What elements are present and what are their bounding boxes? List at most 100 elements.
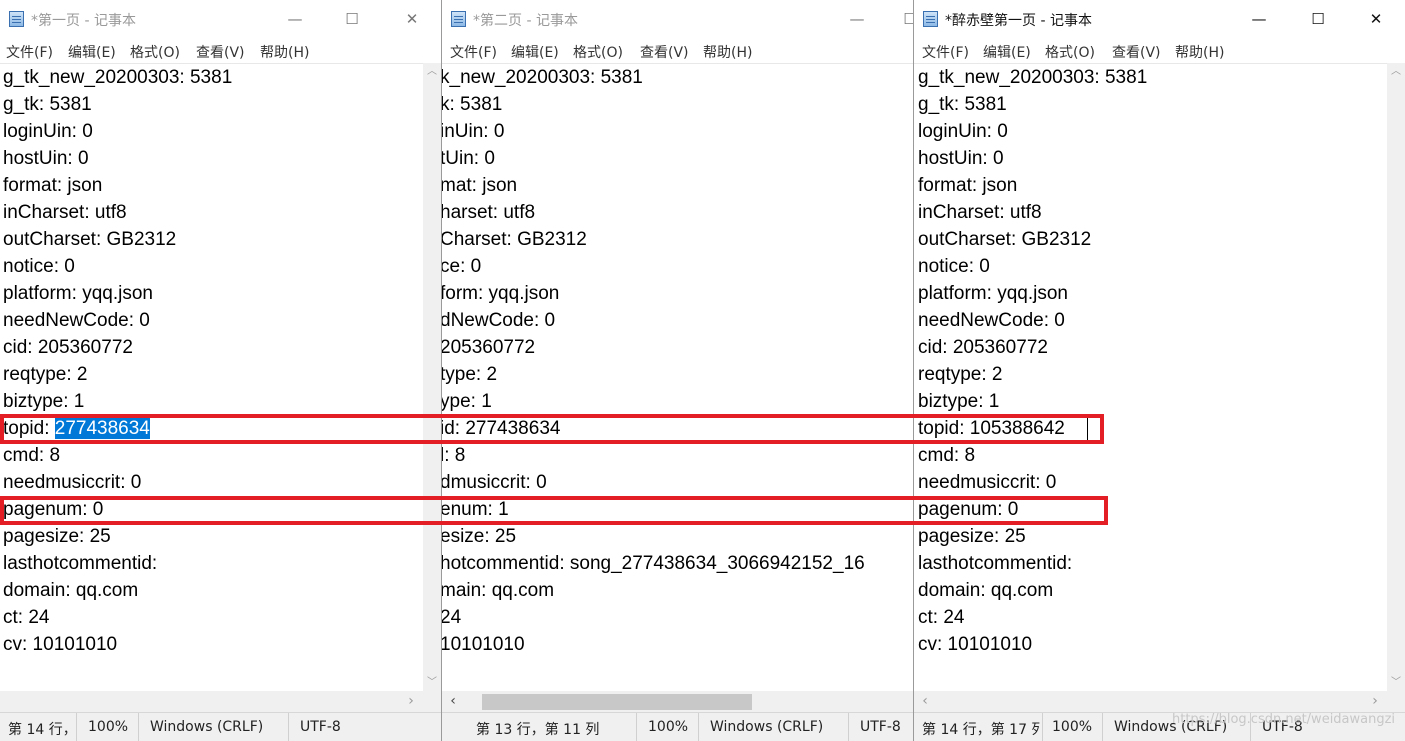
line-text: ype: 1 — [442, 391, 492, 412]
window-title: *第一页 - 记事本 — [31, 13, 136, 29]
line-text: g_tk: 5381 — [918, 94, 1007, 115]
text-line: ct: 24 — [918, 604, 964, 631]
text-line: k: 5381 — [442, 91, 502, 118]
menu-format[interactable]: 格式(O) — [573, 42, 623, 62]
line-text: type: 2 — [442, 364, 498, 385]
menu-help[interactable]: 帮助(H) — [703, 42, 752, 62]
menu-format[interactable]: 格式(O) — [130, 42, 180, 62]
window-title: *第二页 - 记事本 — [473, 13, 578, 29]
scroll-thumb[interactable] — [482, 694, 752, 710]
close-button[interactable]: ✕ — [1356, 0, 1396, 38]
text-line: Charset: GB2312 — [442, 226, 587, 253]
notepad-icon — [9, 11, 24, 27]
vertical-scrollbar[interactable]: ︿ ﹀ — [423, 63, 441, 691]
menu-help[interactable]: 帮助(H) — [260, 42, 309, 62]
line-text: domain: qq.com — [918, 580, 1054, 601]
scroll-down-icon[interactable]: ﹀ — [1387, 674, 1405, 691]
notepad-window-1: *第一页 - 记事本 — ☐ ✕ 文件(F) 编辑(E) 格式(O) 查看(V)… — [0, 0, 442, 741]
menu-file[interactable]: 文件(F) — [6, 42, 53, 62]
line-text: inCharset: utf8 — [918, 202, 1042, 223]
menu-view[interactable]: 查看(V) — [196, 42, 245, 62]
zoom-level: 100% — [1052, 719, 1093, 735]
text-editor[interactable]: g_tk_new_20200303: 5381 g_tk: 5381 loginUi… — [0, 63, 423, 691]
text-editor[interactable]: k_new_20200303: 5381 k: 5381 inUin: 0 tUin:… — [442, 63, 913, 691]
line-text: l: 8 — [442, 445, 466, 466]
line-text: reqtype: 2 — [918, 364, 1003, 385]
close-button[interactable]: ✕ — [392, 0, 432, 38]
scroll-right-icon[interactable]: › — [402, 693, 420, 710]
menu-file[interactable]: 文件(F) — [450, 42, 497, 62]
scroll-down-icon[interactable]: ﹀ — [423, 674, 441, 691]
text-line: dNewCode: 0 — [442, 307, 555, 334]
scroll-left-icon[interactable]: ‹ — [916, 693, 934, 710]
title-bar[interactable]: *第一页 - 记事本 — ☐ ✕ — [0, 0, 441, 38]
line-text: form: yqq.json — [442, 283, 560, 304]
line-text: tUin: 0 — [442, 148, 495, 169]
menu-edit[interactable]: 编辑(E) — [983, 42, 1031, 62]
text-line: loginUin: 0 — [3, 118, 93, 145]
line-text: platform: yqq.json — [918, 283, 1068, 304]
text-line: 205360772 — [442, 334, 535, 361]
menu-view[interactable]: 查看(V) — [640, 42, 689, 62]
line-text: dmusiccrit: 0 — [442, 472, 547, 493]
text-line: harset: utf8 — [442, 199, 535, 226]
line-text: k: 5381 — [442, 94, 503, 115]
text-line: reqtype: 2 — [3, 361, 88, 388]
horizontal-scrollbar[interactable]: › — [0, 691, 441, 713]
text-line: ype: 1 — [442, 388, 492, 415]
line-text: pagesize: 25 — [918, 526, 1026, 547]
scroll-up-icon[interactable]: ︿ — [1387, 63, 1405, 80]
horizontal-scrollbar[interactable]: ‹ — [442, 691, 913, 713]
line-text: loginUin: 0 — [918, 121, 1008, 142]
horizontal-scrollbar[interactable]: ‹ › — [914, 691, 1405, 713]
line-text: esize: 25 — [442, 526, 517, 547]
window-title: *醉赤壁第一页 - 记事本 — [945, 13, 1092, 29]
text-line: main: qq.com — [442, 577, 554, 604]
maximize-button[interactable]: ☐ — [890, 0, 913, 38]
scroll-left-icon[interactable]: ‹ — [444, 693, 462, 710]
scroll-up-icon[interactable]: ︿ — [423, 63, 441, 80]
line-text: cv: 10101010 — [3, 634, 118, 655]
menu-bar: 文件(F) 编辑(E) 格式(O) 查看(V) 帮助(H) — [0, 38, 441, 63]
pagenum-highlight-box — [0, 496, 1108, 525]
line-text: dNewCode: 0 — [442, 310, 556, 331]
maximize-button[interactable]: ☐ — [1298, 0, 1338, 38]
status-bar: 第 13 行，第 11 列 100% Windows (CRLF) UTF-8 — [442, 712, 913, 741]
text-line: hostUin: 0 — [3, 145, 89, 172]
menu-file[interactable]: 文件(F) — [922, 42, 969, 62]
line-text: ct: 24 — [3, 607, 50, 628]
line-text: pagesize: 25 — [3, 526, 111, 547]
menu-view[interactable]: 查看(V) — [1112, 42, 1161, 62]
line-text: g_tk: 5381 — [3, 94, 92, 115]
maximize-button[interactable]: ☐ — [332, 0, 372, 38]
text-line: cv: 10101010 — [3, 631, 117, 658]
text-line: g_tk_new_20200303: 5381 — [3, 64, 232, 91]
scroll-right-icon[interactable]: › — [1366, 693, 1384, 710]
vertical-scrollbar[interactable]: ︿ ﹀ — [1387, 63, 1405, 691]
line-text: inUin: 0 — [442, 121, 505, 142]
menu-format[interactable]: 格式(O) — [1045, 42, 1095, 62]
encoding: UTF-8 — [300, 719, 341, 735]
title-bar[interactable]: *第二页 - 记事本 — ☐ — [442, 0, 913, 38]
text-editor[interactable]: g_tk_new_20200303: 5381 g_tk: 5381 loginUi… — [914, 63, 1387, 691]
text-line: inCharset: utf8 — [3, 199, 127, 226]
line-text: format: json — [918, 175, 1018, 196]
menu-edit[interactable]: 编辑(E) — [511, 42, 559, 62]
line-text: biztype: 1 — [918, 391, 1000, 412]
text-line: cmd: 8 — [3, 442, 60, 469]
line-text: needmusiccrit: 0 — [3, 472, 142, 493]
title-bar[interactable]: *醉赤壁第一页 - 记事本 — ☐ ✕ — [914, 0, 1405, 38]
minimize-button[interactable]: — — [1239, 0, 1279, 38]
text-line: domain: qq.com — [918, 577, 1053, 604]
text-line: esize: 25 — [442, 523, 516, 550]
line-text: lasthotcommentid: — [918, 553, 1073, 574]
text-line: needNewCode: 0 — [3, 307, 150, 334]
minimize-button[interactable]: — — [837, 0, 877, 38]
line-text: ct: 24 — [918, 607, 965, 628]
text-line: lasthotcommentid: — [918, 550, 1072, 577]
menu-edit[interactable]: 编辑(E) — [68, 42, 116, 62]
menu-help[interactable]: 帮助(H) — [1175, 42, 1224, 62]
text-line: platform: yqq.json — [918, 280, 1068, 307]
minimize-button[interactable]: — — [275, 0, 315, 38]
text-line: 10101010 — [442, 631, 525, 658]
